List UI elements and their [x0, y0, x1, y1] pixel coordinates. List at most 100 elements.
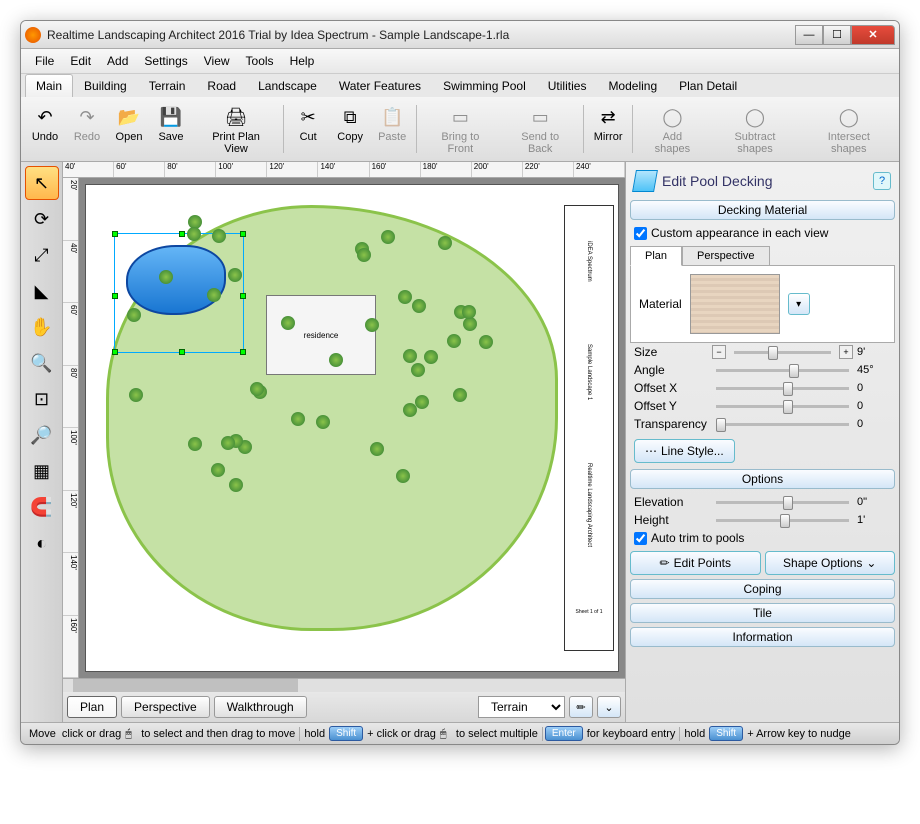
plant[interactable]	[221, 436, 235, 450]
ribbon-tab-road[interactable]: Road	[196, 74, 247, 97]
ribbon-tab-terrain[interactable]: Terrain	[138, 74, 197, 97]
ribbon-tab-swimming-pool[interactable]: Swimming Pool	[432, 74, 537, 97]
view-tab-walkthrough[interactable]: Walkthrough	[214, 696, 307, 718]
offset-y-slider[interactable]	[716, 405, 849, 408]
coping-section[interactable]: Coping	[630, 579, 895, 599]
edit-layer-button[interactable]: ✏	[569, 696, 593, 718]
pan-tool[interactable]: ✋	[25, 310, 59, 344]
plant[interactable]	[188, 437, 202, 451]
plant[interactable]	[187, 227, 201, 241]
canvas-viewport[interactable]: residence iDEA Spectrum Sample Landscape…	[79, 178, 625, 678]
options-section[interactable]: Options	[630, 469, 895, 489]
points-tool[interactable]: ◣	[25, 274, 59, 308]
plant[interactable]	[398, 290, 412, 304]
ribbon-tabs: MainBuildingTerrainRoadLandscapeWater Fe…	[21, 74, 899, 97]
shape-options-button[interactable]: Shape Options ⌄	[765, 551, 896, 575]
plant[interactable]	[396, 469, 410, 483]
plant[interactable]	[370, 442, 384, 456]
menu-settings[interactable]: Settings	[136, 51, 195, 71]
status-mode: Move	[27, 728, 58, 740]
plant[interactable]	[403, 349, 417, 363]
print-plan-view-button[interactable]: 🖨Print Plan View	[193, 101, 279, 157]
menu-file[interactable]: File	[27, 51, 62, 71]
ribbon-tab-plan-detail[interactable]: Plan Detail	[668, 74, 748, 97]
view-tab-perspective[interactable]: Perspective	[121, 696, 210, 718]
custom-appearance-checkbox[interactable]	[634, 227, 647, 240]
copy-button[interactable]: ⧉Copy	[330, 101, 370, 145]
horizontal-scrollbar[interactable]	[63, 678, 625, 692]
help-button[interactable]: ?	[873, 172, 891, 190]
house-shape[interactable]: residence	[266, 295, 376, 375]
plant[interactable]	[479, 335, 493, 349]
size-slider[interactable]	[734, 351, 831, 354]
close-button[interactable]	[851, 25, 895, 45]
plant[interactable]	[357, 248, 371, 262]
ribbon-tab-water-features[interactable]: Water Features	[328, 74, 432, 97]
pool-shape[interactable]	[126, 245, 226, 315]
material-swatch[interactable]	[690, 274, 780, 334]
scale-tool[interactable]: ⤢	[25, 238, 59, 272]
ribbon-tab-building[interactable]: Building	[73, 74, 138, 97]
height-slider[interactable]	[716, 519, 849, 522]
plant[interactable]	[424, 350, 438, 364]
select-tool[interactable]: ↖	[25, 166, 59, 200]
app-icon	[25, 27, 41, 43]
grid-tool[interactable]: ▦	[25, 454, 59, 488]
zoom-extents-tool[interactable]: 🔎	[25, 418, 59, 452]
open-button[interactable]: 📂Open	[109, 101, 149, 145]
rotate-tool[interactable]: ⟳	[25, 202, 59, 236]
zoom-window-tool[interactable]: ⊡	[25, 382, 59, 416]
decrement-button[interactable]: −	[712, 345, 726, 359]
size-row: Size−+9'	[630, 343, 895, 361]
menu-view[interactable]: View	[196, 51, 238, 71]
plant[interactable]	[329, 353, 343, 367]
maximize-button[interactable]	[823, 25, 851, 45]
line-style-button[interactable]: ⋯ Line Style...	[634, 439, 735, 463]
plan-drawing: residence iDEA Spectrum Sample Landscape…	[85, 184, 619, 672]
layer-dropdown[interactable]: Terrain	[478, 696, 565, 718]
save-button[interactable]: 💾Save	[151, 101, 191, 145]
menu-add[interactable]: Add	[99, 51, 136, 71]
material-picker-button[interactable]: ▾	[788, 293, 810, 315]
auto-trim-checkbox[interactable]	[634, 532, 647, 545]
menubar: FileEditAddSettingsViewToolsHelp	[21, 49, 899, 74]
minimize-button[interactable]	[795, 25, 823, 45]
offset-x-slider[interactable]	[716, 387, 849, 390]
view-tab-plan[interactable]: Plan	[67, 696, 117, 718]
zoom-tool[interactable]: 🔍	[25, 346, 59, 380]
ribbon-tab-modeling[interactable]: Modeling	[597, 74, 668, 97]
transparency-slider[interactable]	[716, 423, 849, 426]
edit-points-button[interactable]: ✏ Edit Points	[630, 551, 761, 575]
layer-options-button[interactable]: ⌄	[597, 696, 621, 718]
plant[interactable]	[316, 415, 330, 429]
tile-section[interactable]: Tile	[630, 603, 895, 623]
subtab-perspective[interactable]: Perspective	[682, 246, 769, 266]
plant[interactable]	[212, 229, 226, 243]
plant[interactable]	[207, 288, 221, 302]
angle-slider[interactable]	[716, 369, 849, 372]
menu-tools[interactable]: Tools	[238, 51, 282, 71]
menu-edit[interactable]: Edit	[62, 51, 99, 71]
plant[interactable]	[291, 412, 305, 426]
cut-button[interactable]: ✂Cut	[288, 101, 328, 145]
decking-material-section[interactable]: Decking Material	[630, 200, 895, 220]
undo-button[interactable]: ↶Undo	[25, 101, 65, 145]
plant[interactable]	[447, 334, 461, 348]
information-section[interactable]: Information	[630, 627, 895, 647]
plant[interactable]	[228, 268, 242, 282]
mirror-button[interactable]: ⇄Mirror	[588, 101, 629, 145]
increment-button[interactable]: +	[839, 345, 853, 359]
snap-tool[interactable]: 🧲	[25, 490, 59, 524]
subtab-plan[interactable]: Plan	[630, 246, 682, 266]
ribbon-tab-landscape[interactable]: Landscape	[247, 74, 328, 97]
plant[interactable]	[415, 395, 429, 409]
plant[interactable]	[412, 299, 426, 313]
plant[interactable]	[403, 403, 417, 417]
plant[interactable]	[229, 478, 243, 492]
menu-help[interactable]: Help	[282, 51, 323, 71]
plant[interactable]	[462, 305, 476, 319]
ribbon-tab-utilities[interactable]: Utilities	[537, 74, 598, 97]
ribbon-tab-main[interactable]: Main	[25, 74, 73, 97]
toggle-tool[interactable]: ◐	[25, 526, 59, 560]
elevation-slider[interactable]	[716, 501, 849, 504]
